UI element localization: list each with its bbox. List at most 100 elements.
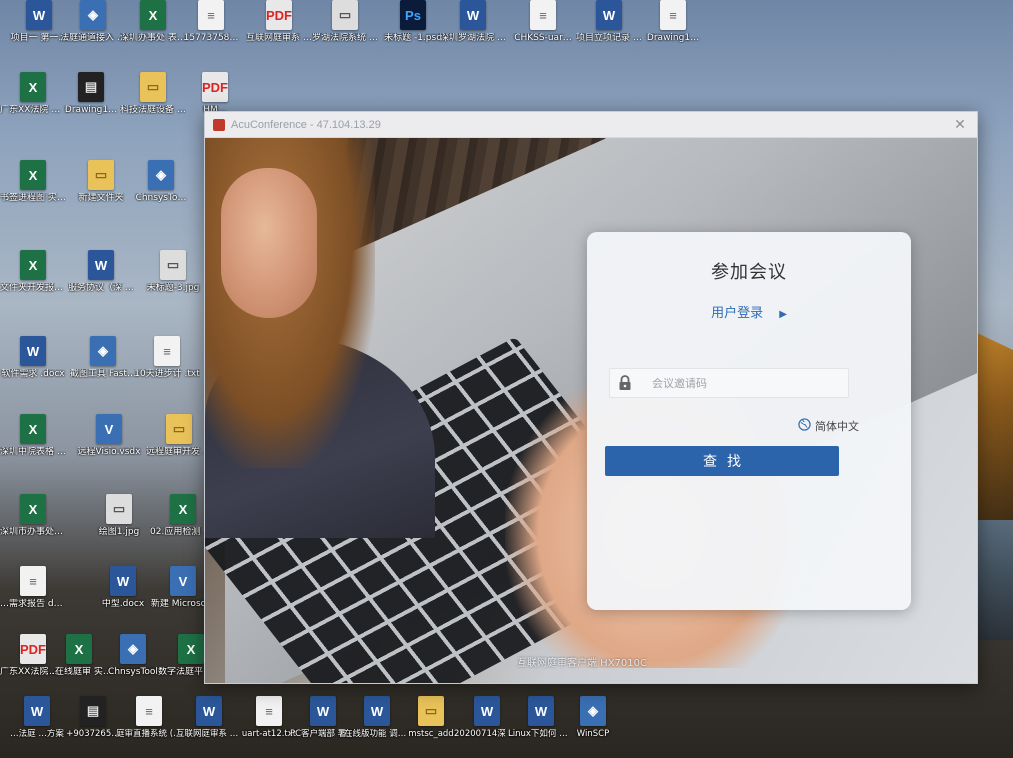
file-xlsx-icon: X xyxy=(20,72,46,102)
desktop-icon[interactable]: ≡ 庭审直播系统 (2019102… xyxy=(116,696,182,758)
desktop-icon-label: Drawing1… xyxy=(646,33,700,43)
desktop-icon[interactable]: W 互联网庭审系 统说明 书… xyxy=(176,696,242,758)
file-docx-icon: W xyxy=(528,696,554,726)
window-titlebar[interactable]: AcuConference - 47.104.13.29 ✕ xyxy=(205,112,977,138)
desktop-icon[interactable]: X 文件夹开发报价 书.xlsx xyxy=(0,250,66,312)
file-txt-icon: ≡ xyxy=(154,336,180,366)
lock-icon xyxy=(610,368,640,398)
desktop-icon-label: 深圳市办事处设 备2020… xyxy=(0,527,66,537)
desktop-icon[interactable]: ▭ 罗湖法院系统 ID.jpg xyxy=(312,0,378,62)
desktop-icon-label: 深圳办事处 表.xlsx xyxy=(120,33,186,43)
desktop-icon-label: 中型.docx xyxy=(101,599,145,609)
desktop-icon[interactable]: X 深圳办事处 表.xlsx xyxy=(120,0,186,62)
desktop-icon[interactable]: ◈ ChnsysTool xyxy=(100,634,166,696)
file-app-icon: ◈ xyxy=(148,160,174,190)
desktop-icon-label: 软件需求 .docx xyxy=(1,369,65,379)
desktop-icon[interactable]: ▭ 新建文件夹 xyxy=(68,160,134,222)
file-app-icon: V xyxy=(170,566,196,596)
file-app-icon: ◈ xyxy=(580,696,606,726)
window-close-button[interactable]: ✕ xyxy=(943,112,977,138)
desktop-icon[interactable]: W 服务协议（深 圳）… xyxy=(68,250,134,312)
desktop-icon[interactable]: W 中型.docx xyxy=(90,566,156,628)
user-login-link[interactable]: 用户登录 ▶ xyxy=(587,302,911,321)
desktop-icon[interactable]: ▭ 未标题-3.jpg xyxy=(140,250,206,312)
desktop-icon[interactable]: ≡ CHKSS-uar… xyxy=(510,0,576,62)
desktop-icon-label: 绘图1.jpg xyxy=(98,527,140,537)
desktop-icon-label: 互联网庭审系 统说明 书… xyxy=(176,729,242,739)
desktop-icon[interactable]: W 软件需求 .docx xyxy=(0,336,66,398)
desktop-icon[interactable]: PDF 互联网庭审系 统.pdf xyxy=(246,0,312,62)
file-folder-icon: ▭ xyxy=(166,414,192,444)
desktop-icon-label: 远程Visio.vsdx xyxy=(77,447,141,457)
desktop-icon[interactable]: ▭ 远程庭审开发 实施 xyxy=(146,414,212,476)
desktop-icon-label: Drawing1… xyxy=(64,105,118,115)
desktop-icon[interactable]: X 广东XX法院 庭审… xyxy=(0,72,66,134)
desktop-icon[interactable]: ≡ 15773758… xyxy=(178,0,244,62)
language-switch[interactable]: 简体中文 xyxy=(798,418,859,434)
desktop-icon[interactable]: ≡ 10天进步计 .txt xyxy=(134,336,200,398)
file-docx-icon: W xyxy=(20,336,46,366)
desktop-icon-label: …需求报告 docx xyxy=(0,599,66,609)
desktop-icon-label: 15773758… xyxy=(183,33,239,43)
file-folder-icon: ▭ xyxy=(140,72,166,102)
file-txt-icon: ≡ xyxy=(660,0,686,30)
file-app-icon: ◈ xyxy=(80,0,106,30)
desktop-icon-label: 未标题-3.jpg xyxy=(146,283,200,293)
file-docx-icon: W xyxy=(196,696,222,726)
search-button[interactable]: 查找 xyxy=(605,446,839,476)
window-title: AcuConference - 47.104.13.29 xyxy=(231,118,381,131)
file-docx-icon: W xyxy=(110,566,136,596)
file-docx-icon: W xyxy=(310,696,336,726)
desktop-icon[interactable]: X 深圳中院表格 远程庭审… xyxy=(0,414,66,476)
desktop-icon-label: 未标题 -1.psd xyxy=(384,33,442,43)
desktop-icon[interactable]: ▭ 绘图1.jpg xyxy=(86,494,152,556)
desktop-icon-label: 文件夹开发报价 书.xlsx xyxy=(0,283,66,293)
file-txt-icon: ≡ xyxy=(136,696,162,726)
hero-person-face xyxy=(221,168,317,318)
client-brand-label: 互联网庭审客户端 HX7010C xyxy=(517,658,647,669)
login-heading: 参加会议 xyxy=(711,262,787,283)
desktop-icon-label: 广东XX法院 庭审… xyxy=(0,105,66,115)
file-docx-icon: W xyxy=(460,0,486,30)
desktop-icon[interactable]: X 深圳市办事处设 备2020… xyxy=(0,494,66,556)
desktop-icon[interactable]: X 书签进程图 实施.xlsx xyxy=(0,160,66,222)
file-docx-icon: W xyxy=(24,696,50,726)
desktop-icon[interactable]: ◈ 截图工具 FastStone … xyxy=(70,336,136,398)
desktop-icon-label: 深圳罗湖法院 安装.docx xyxy=(440,33,506,43)
file-folder-icon: ▭ xyxy=(88,160,114,190)
globe-icon xyxy=(798,418,811,434)
file-dark-icon: ▤ xyxy=(78,72,104,102)
file-pdf-icon: PDF xyxy=(202,72,228,102)
file-docx-icon: W xyxy=(596,0,622,30)
desktop-icon-label: ChnsysTo… xyxy=(135,193,187,203)
file-docx-icon: W xyxy=(26,0,52,30)
desktop-icon[interactable]: ≡ …需求报告 docx xyxy=(0,566,66,628)
meeting-code-input[interactable] xyxy=(640,369,848,397)
hero-background-image: 参加会议 用户登录 ▶ 会议邀请码 简体中文 查找 互联网庭审客户端 HX701… xyxy=(205,138,977,683)
file-img-icon: ▭ xyxy=(332,0,358,30)
desktop-icon[interactable]: ◈ WinSCP xyxy=(560,696,626,758)
file-folder-icon: ▭ xyxy=(418,696,444,726)
desktop-icon-label: 远程庭审开发 实施 xyxy=(146,447,212,457)
file-xlsx-icon: X xyxy=(66,634,92,664)
desktop-icon[interactable]: ◈ 法庭通道接入 程序 xyxy=(60,0,126,62)
file-xlsx-icon: X xyxy=(20,160,46,190)
desktop-icon-label: ChnsysTool xyxy=(108,667,158,677)
desktop-icon[interactable]: W 项目立项记录 书面.docx xyxy=(576,0,642,62)
desktop-icon[interactable]: ▭ 科技法庭设备 采购（初验） xyxy=(120,72,186,134)
desktop-icon[interactable]: ≡ Drawing1… xyxy=(640,0,706,62)
desktop-icon-label: 法庭通道接入 程序 xyxy=(60,33,126,43)
meeting-code-field xyxy=(609,368,849,398)
desktop-icon[interactable]: ▤ Drawing1… xyxy=(58,72,124,134)
desktop-icon-label: 截图工具 FastStone … xyxy=(70,369,136,379)
desktop-icon[interactable]: V 远程Visio.vsdx xyxy=(76,414,142,476)
desktop-icon-label: 书签进程图 实施.xlsx xyxy=(0,193,66,203)
file-app-icon: ◈ xyxy=(120,634,146,664)
desktop-icon[interactable]: W 深圳罗湖法院 安装.docx xyxy=(440,0,506,62)
desktop-icon[interactable]: ◈ ChnsysTo… xyxy=(128,160,194,222)
desktop-icon[interactable]: Ps 未标题 -1.psd xyxy=(380,0,446,62)
desktop-icon-label: 深圳中院表格 远程庭审… xyxy=(0,447,66,457)
desktop-icon-label: 罗湖法院系统 ID.jpg xyxy=(312,33,378,43)
file-txt-icon: ≡ xyxy=(198,0,224,30)
desktop-icon-label: 互联网庭审系 统.pdf xyxy=(246,33,312,43)
